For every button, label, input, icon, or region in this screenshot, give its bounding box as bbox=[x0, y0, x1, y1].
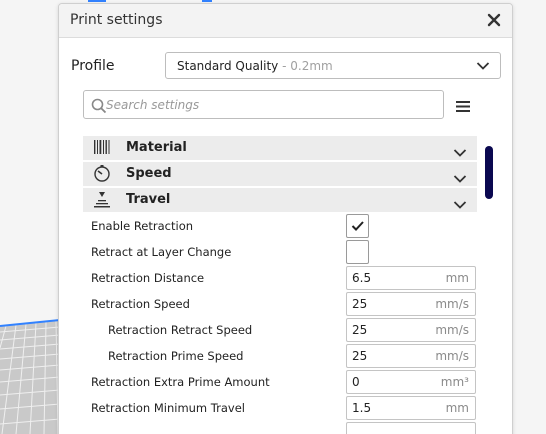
profile-value: Standard Quality bbox=[177, 59, 279, 73]
profile-layer-height: - 0.2mm bbox=[278, 59, 333, 73]
setting-unit: mm³ bbox=[440, 375, 469, 389]
retraction-speed-input[interactable]: 25 mm/s bbox=[346, 292, 476, 316]
setting-label: Retraction Prime Speed bbox=[108, 349, 244, 363]
panel-title: Print settings bbox=[70, 12, 163, 28]
setting-row-next bbox=[83, 421, 483, 434]
chevron-down-icon bbox=[453, 143, 467, 162]
setting-row-retraction-speed: Retraction Speed 25 mm/s bbox=[83, 291, 483, 317]
setting-label: Retraction Distance bbox=[91, 271, 205, 285]
retract-at-layer-change-checkbox[interactable] bbox=[346, 240, 369, 264]
settings-scrollbar[interactable] bbox=[485, 146, 493, 199]
setting-value: 1.5 bbox=[352, 401, 372, 415]
speedometer-icon bbox=[93, 165, 111, 186]
hamburger-menu-icon[interactable] bbox=[456, 98, 470, 112]
setting-value: 25 bbox=[352, 349, 368, 363]
setting-unit: mm/s bbox=[435, 297, 469, 311]
setting-row-retraction-extra-prime-amount: Retraction Extra Prime Amount 0 mm³ bbox=[83, 369, 483, 395]
retraction-minimum-travel-input[interactable]: 1.5 mm bbox=[346, 396, 476, 420]
chevron-down-icon bbox=[453, 169, 467, 188]
setting-unit: mm bbox=[445, 401, 469, 415]
enable-retraction-checkbox[interactable] bbox=[346, 214, 369, 238]
setting-row-retraction-prime-speed: Retraction Prime Speed 25 mm/s bbox=[83, 343, 483, 369]
retraction-distance-input[interactable]: 6.5 mm bbox=[346, 266, 476, 290]
setting-row-retract-at-layer-change: Retract at Layer Change bbox=[83, 239, 483, 265]
setting-label: Retraction Speed bbox=[91, 297, 190, 311]
panel-header: Print settings bbox=[59, 4, 512, 38]
setting-row-retraction-distance: Retraction Distance 6.5 mm bbox=[83, 265, 483, 291]
next-setting-input[interactable] bbox=[346, 422, 476, 434]
category-travel[interactable]: Travel bbox=[83, 188, 477, 212]
setting-unit: mm/s bbox=[435, 349, 469, 363]
chevron-down-icon bbox=[476, 60, 490, 74]
setting-label: Retraction Retract Speed bbox=[108, 323, 253, 337]
travel-icon bbox=[93, 191, 111, 212]
material-spool-icon bbox=[93, 139, 111, 159]
category-material[interactable]: Material bbox=[83, 136, 477, 160]
setting-unit: mm/s bbox=[435, 323, 469, 337]
category-label: Travel bbox=[126, 192, 171, 207]
close-icon[interactable] bbox=[486, 12, 502, 28]
build-plate-background bbox=[0, 318, 60, 434]
setting-label: Retraction Extra Prime Amount bbox=[91, 375, 270, 389]
profile-dropdown[interactable]: Standard Quality - 0.2mm bbox=[165, 52, 501, 79]
setting-row-enable-retraction: Enable Retraction bbox=[83, 213, 483, 239]
setting-row-retraction-retract-speed: Retraction Retract Speed 25 mm/s bbox=[83, 317, 483, 343]
category-speed[interactable]: Speed bbox=[83, 162, 477, 186]
search-settings-box[interactable] bbox=[83, 90, 444, 119]
setting-label: Enable Retraction bbox=[91, 219, 194, 233]
retraction-retract-speed-input[interactable]: 25 mm/s bbox=[346, 318, 476, 342]
retraction-extra-prime-amount-input[interactable]: 0 mm³ bbox=[346, 370, 476, 394]
setting-label: Retract at Layer Change bbox=[91, 245, 232, 259]
chevron-down-icon bbox=[453, 195, 467, 214]
setting-value: 25 bbox=[352, 297, 368, 311]
retraction-prime-speed-input[interactable]: 25 mm/s bbox=[346, 344, 476, 368]
setting-value: 6.5 bbox=[352, 271, 372, 285]
print-settings-panel: Print settings Profile Standard Quality … bbox=[58, 3, 513, 434]
setting-unit: mm bbox=[445, 271, 469, 285]
category-label: Speed bbox=[126, 166, 172, 181]
setting-label: Retraction Minimum Travel bbox=[91, 401, 245, 415]
search-icon bbox=[91, 98, 107, 118]
top-link-underline bbox=[60, 0, 212, 2]
setting-row-retraction-minimum-travel: Retraction Minimum Travel 1.5 mm bbox=[83, 395, 483, 421]
profile-label: Profile bbox=[71, 58, 115, 74]
setting-value: 0 bbox=[352, 375, 360, 389]
search-input[interactable] bbox=[106, 95, 436, 115]
category-label: Material bbox=[126, 140, 187, 155]
setting-value: 25 bbox=[352, 323, 368, 337]
